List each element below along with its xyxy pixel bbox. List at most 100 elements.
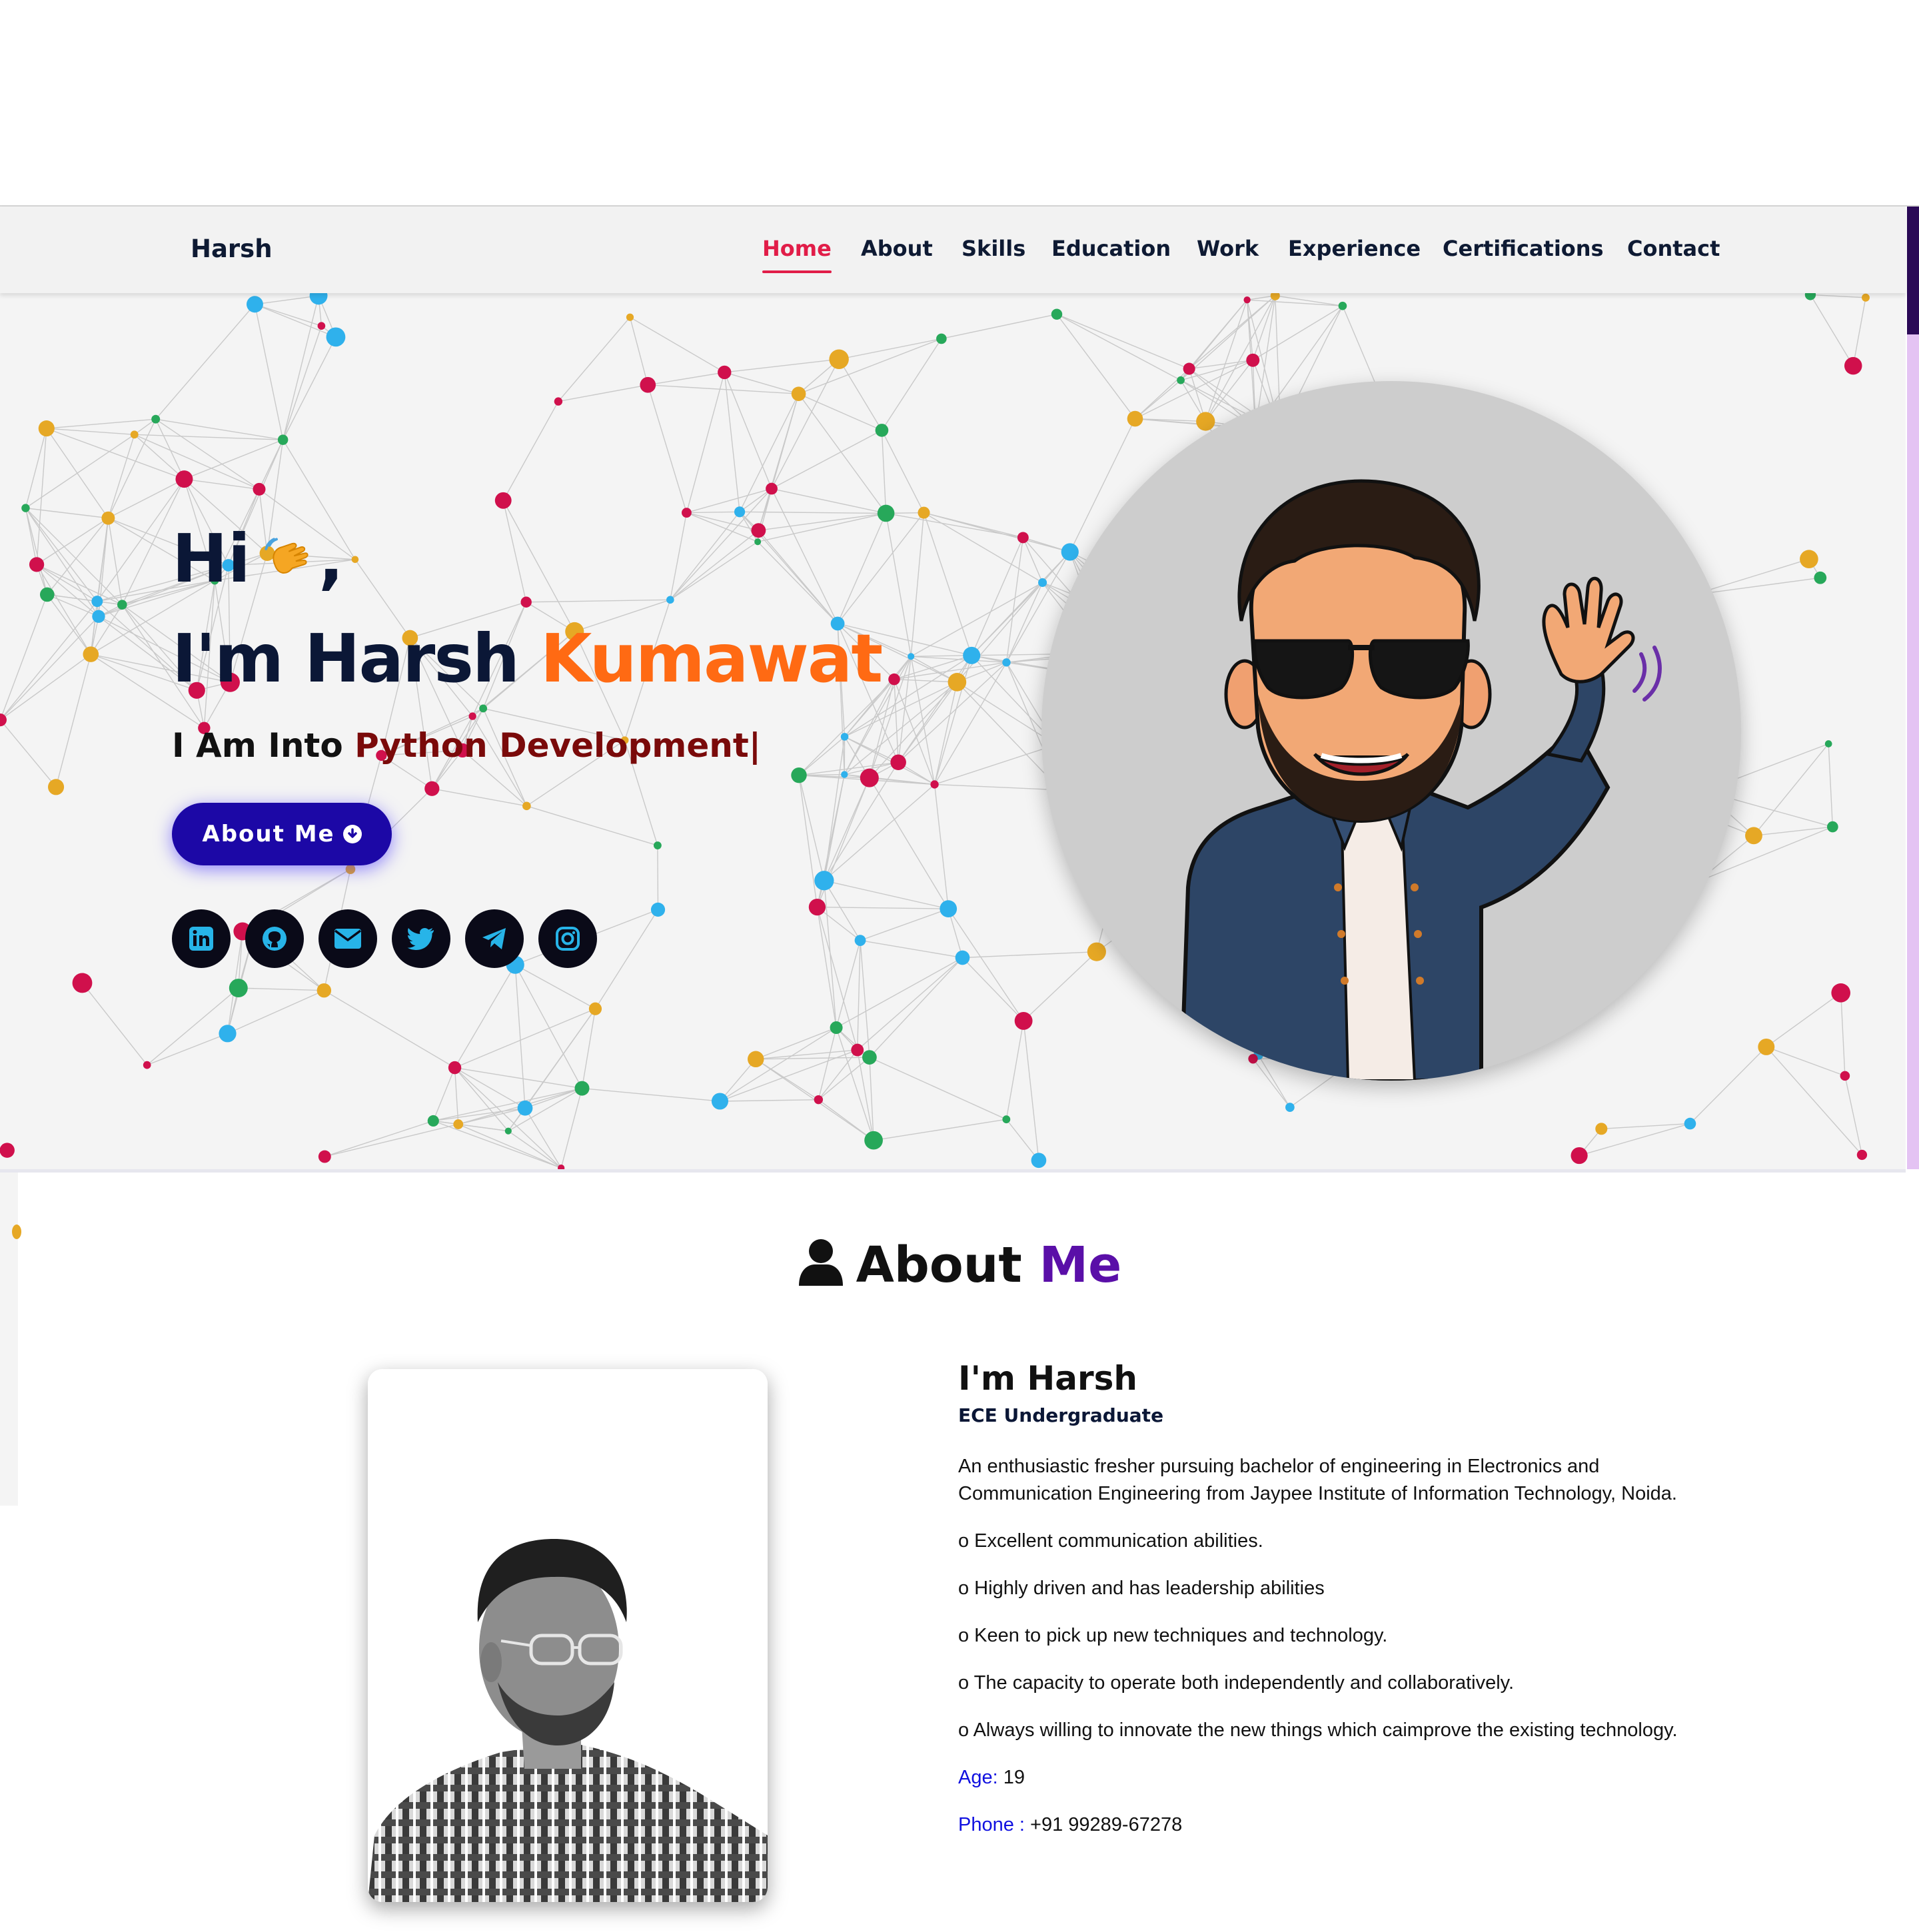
network-dot <box>877 504 895 522</box>
network-dot <box>504 1127 512 1135</box>
network-dot <box>888 673 900 686</box>
hero-section: Hi , I'm Harsh Kumawat I Am Into Python … <box>0 293 1906 1169</box>
network-link <box>686 372 725 513</box>
about-me-button-label: About Me <box>202 821 335 847</box>
network-link <box>508 1131 562 1169</box>
top-blank-area <box>0 0 1919 205</box>
network-link <box>798 338 942 394</box>
nav-contact[interactable]: Contact <box>1627 236 1720 261</box>
typing-line: I Am Into Python Development| <box>172 726 761 765</box>
network-link <box>526 599 670 603</box>
network-link <box>1766 992 1842 1047</box>
left-background-strip <box>0 1173 18 1506</box>
telegram-icon[interactable] <box>465 909 524 968</box>
network-dot <box>650 902 666 917</box>
about-intro: An enthusiastic fresher pursuing bachelo… <box>958 1456 1677 1504</box>
network-link <box>134 434 283 440</box>
nav-home[interactable]: Home <box>762 236 832 273</box>
nav-skills[interactable]: Skills <box>961 236 1025 261</box>
network-dot <box>829 349 849 369</box>
network-dot <box>1061 543 1079 561</box>
twitter-icon[interactable] <box>392 909 450 968</box>
network-link <box>798 736 846 776</box>
network-dot <box>520 596 532 608</box>
network-dot <box>626 313 634 321</box>
network-link <box>0 594 48 720</box>
network-link <box>454 1067 509 1132</box>
nav-about[interactable]: About <box>861 236 933 261</box>
about-me-button[interactable]: About Me <box>172 803 392 865</box>
about-heading-accent: Me <box>1039 1236 1122 1294</box>
network-link <box>720 1099 819 1102</box>
network-link <box>724 372 799 394</box>
network-link <box>824 880 949 909</box>
network-dot <box>791 767 807 783</box>
network-dot <box>277 434 289 445</box>
network-dot <box>918 506 930 519</box>
user-icon <box>798 1239 843 1286</box>
network-dot <box>574 1081 590 1096</box>
network-link <box>155 418 260 490</box>
network-link <box>818 1057 870 1101</box>
network-link <box>948 908 1024 1021</box>
network-link <box>1023 951 1097 1021</box>
network-dot <box>219 1025 237 1043</box>
scrollbar-thumb[interactable] <box>1907 207 1919 334</box>
network-dot <box>1002 658 1011 667</box>
network-link <box>454 964 516 1068</box>
network-dot <box>1183 362 1195 375</box>
network-dot <box>143 1061 151 1069</box>
network-link <box>881 338 942 431</box>
network-link <box>25 508 48 595</box>
network-link <box>1247 299 1343 306</box>
network-dot <box>29 557 45 572</box>
network-link <box>860 939 963 959</box>
network-dot <box>1595 1123 1608 1135</box>
nav-education[interactable]: Education <box>1051 236 1171 261</box>
nav-certifications[interactable]: Certifications <box>1443 236 1604 261</box>
network-link <box>869 1057 1007 1120</box>
network-dot <box>351 556 359 564</box>
network-link <box>227 990 324 1034</box>
network-link <box>670 511 740 600</box>
instagram-icon[interactable] <box>538 909 597 968</box>
network-link <box>630 316 725 373</box>
network-link <box>962 951 1097 959</box>
nav-work[interactable]: Work <box>1197 236 1259 261</box>
network-link <box>1840 993 1846 1076</box>
nav-experience[interactable]: Experience <box>1288 236 1421 261</box>
network-link <box>97 478 185 602</box>
typing-value: Python Development| <box>354 726 762 765</box>
greeting-comma: , <box>318 520 344 598</box>
network-dot <box>1285 1103 1295 1112</box>
network-dot <box>317 983 332 998</box>
network-link <box>0 720 57 787</box>
network-dot <box>309 293 328 305</box>
linkedin-icon[interactable] <box>172 909 231 968</box>
envelope-icon[interactable] <box>319 909 377 968</box>
network-dot <box>91 596 103 608</box>
network-dot <box>808 898 826 916</box>
network-link <box>108 478 185 519</box>
network-link <box>860 908 949 941</box>
network-dot <box>862 1050 877 1065</box>
network-dot <box>1038 578 1047 587</box>
network-dot <box>117 600 127 610</box>
network-dot <box>1684 1117 1696 1130</box>
network-link <box>686 488 772 514</box>
network-link <box>816 907 837 1028</box>
network-link <box>255 295 319 305</box>
about-point: o The capacity to operate both independe… <box>958 1672 1515 1693</box>
network-dot <box>653 841 662 849</box>
network-link <box>934 744 1057 785</box>
network-dot <box>1017 532 1029 544</box>
network-link <box>934 783 1061 791</box>
network-link <box>582 1087 720 1102</box>
network-dot <box>1571 1147 1588 1165</box>
waving-hand-icon <box>265 538 309 574</box>
network-dot <box>494 492 512 509</box>
network-dot <box>830 1021 843 1035</box>
github-icon[interactable] <box>245 909 304 968</box>
scrollbar-track[interactable] <box>1907 207 1919 1169</box>
network-dot <box>1243 296 1251 304</box>
